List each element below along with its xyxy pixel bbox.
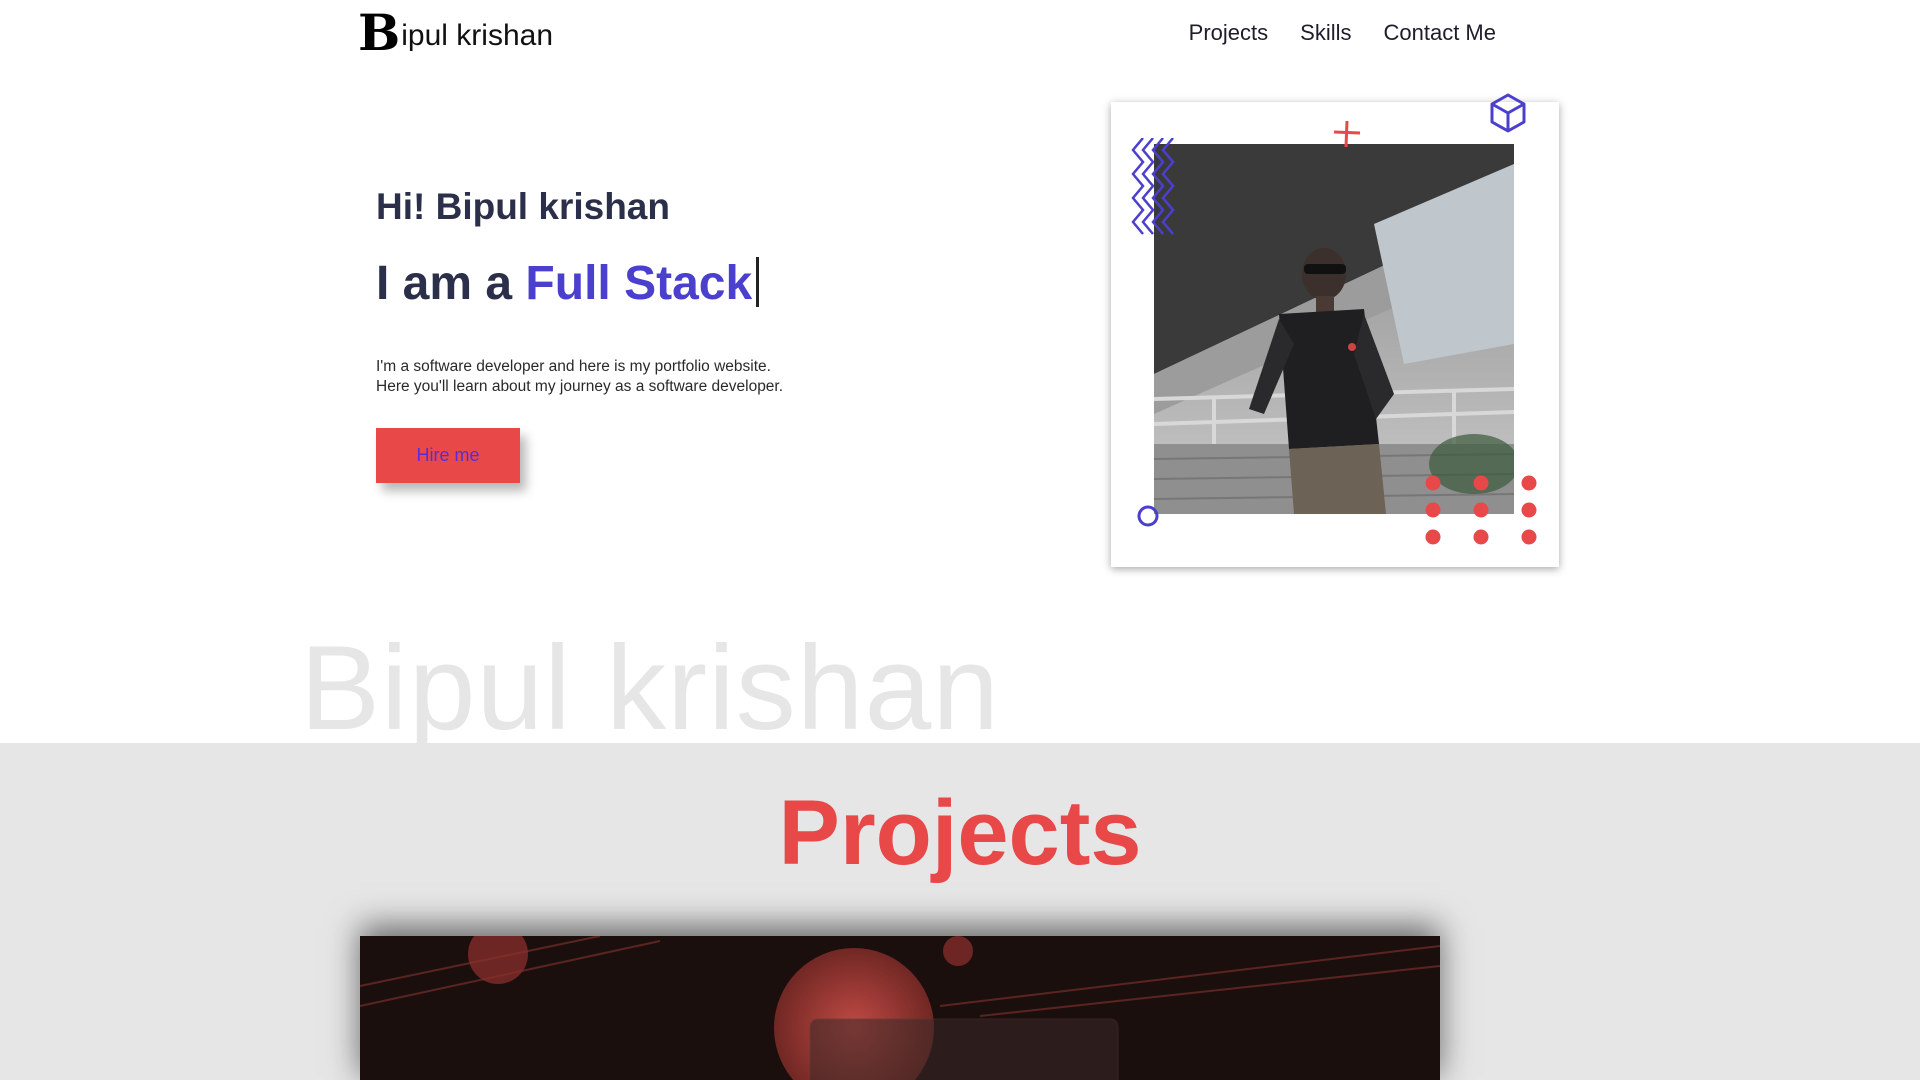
hire-me-button[interactable]: Hire me bbox=[376, 428, 520, 483]
typing-caret bbox=[756, 257, 760, 307]
nav-link-contact[interactable]: Contact Me bbox=[1384, 20, 1497, 46]
nav-link-projects[interactable]: Projects bbox=[1189, 20, 1268, 46]
hero-description: I'm a software developer and here is my … bbox=[376, 357, 896, 397]
logo-text: ipul krishan bbox=[401, 19, 554, 52]
hero-role: I am a Full Stack bbox=[376, 256, 760, 311]
role-prefix: I am a bbox=[376, 257, 526, 310]
nav-links: Projects Skills Contact Me bbox=[1189, 20, 1496, 46]
role-highlight: Full Stack bbox=[525, 257, 753, 310]
top-nav: B ipul krishan Projects Skills Contact M… bbox=[0, 0, 1920, 72]
projects-section: Projects bbox=[0, 743, 1920, 1080]
nav-link-skills[interactable]: Skills bbox=[1300, 20, 1351, 46]
description-line-1: I'm a software developer and here is my … bbox=[376, 358, 771, 375]
logo[interactable]: B ipul krishan bbox=[358, 8, 553, 58]
projects-title: Projects bbox=[778, 782, 1142, 884]
logo-initial: B bbox=[358, 3, 401, 62]
profile-photo-card bbox=[1111, 93, 1559, 567]
hero-greeting: Hi! Bipul krishan bbox=[376, 186, 670, 227]
name-watermark: Bipul krishan bbox=[300, 621, 1001, 755]
description-line-2: Here you'll learn about my journey as a … bbox=[376, 378, 784, 395]
project-preview-card[interactable] bbox=[360, 936, 1440, 1080]
cube-decoration-icon bbox=[1490, 93, 1526, 133]
profile-photo bbox=[1154, 144, 1514, 514]
